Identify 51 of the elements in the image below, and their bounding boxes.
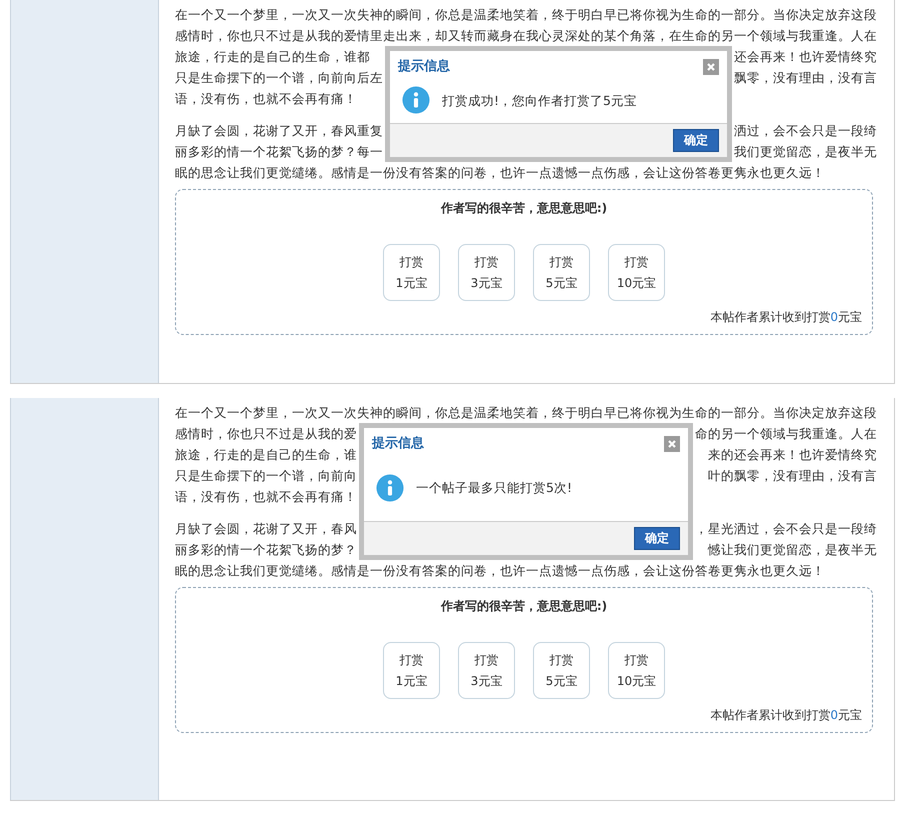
post-text: 憾让我们更觉留恋，是夜半无 [708,541,877,559]
tip-button[interactable]: 打赏 5元宝 [533,244,590,301]
close-icon[interactable] [703,58,719,74]
info-icon [402,86,430,114]
post-text: 只是生命摆下的一个谱，向前向 [175,467,357,485]
post-text: 月缺了会圆，花谢了又开，春风 [175,520,357,538]
dialog-message: 一个帖子最多只能打赏5次! [416,479,572,497]
tip-button[interactable]: 打赏 3元宝 [458,244,515,301]
post-text: 我们更觉留恋，是夜半无 [734,143,877,161]
post-text: 在一个又一个梦里，一次又一次失神的瞬间，你总是温柔地笑着，终于明白早已将你视为生命的一部分。当你决定放弃这段 [175,405,877,420]
post-text: 来的还会再来！也许爱情终究 [708,446,877,464]
tip-button[interactable]: 打赏 10元宝 [608,244,665,301]
confirm-button[interactable]: 确定 [634,527,680,550]
post-text: 还会再来！也许爱情终究 [734,48,877,66]
post-text: 在一个又一个梦里，一次又一次失神的瞬间，你总是温柔地笑着，终于明白早已将你视为生命的一部分。当你决定放弃这段 [175,7,877,22]
reward-total-unit: 元宝 [838,708,862,722]
reward-total-amount: 0 [830,708,838,722]
post-text: 旅途，行走的是自己的生命，谁 [175,446,357,464]
tip-button[interactable]: 打赏 10元宝 [608,642,665,699]
post-text: 丽多彩的情一个花絮飞扬的梦？每一 [175,143,383,161]
post-text: 命的另一个领域与我重逢。人在 [695,425,877,443]
close-icon[interactable] [664,436,680,452]
reward-title: 作者写的很辛苦，意思意思吧:) [440,598,608,615]
reward-total-unit: 元宝 [838,310,862,324]
post-text: 丽多彩的情一个花絮飞扬的梦？ [175,541,357,559]
tip-button[interactable]: 打赏 1元宝 [383,642,440,699]
reward-total-amount: 0 [830,310,838,324]
post-text: 眠的思念让我们更觉缱绻。感情是一份没有答案的问卷，也许一点遗憾一点伤感，会让这份答卷更隽永也更久远！ [175,165,825,180]
post-text: 洒过，会不会只是一段绮 [734,122,877,140]
post-text: 感情时，你也只不过是从我的爱 [175,425,357,443]
reward-title: 作者写的很辛苦，意思意思吧:) [440,200,608,217]
dialog-title: 提示信息 [398,58,450,76]
post-text: 叶的飘零，没有理由，没有言 [708,467,877,485]
tip-button[interactable]: 打赏 3元宝 [458,642,515,699]
confirm-button[interactable]: 确定 [673,129,719,152]
post-text: 感情时，你也只不过是从我的爱情里走出来，却又转而藏身在我心灵深处的某个角落，在生命的另一个领域与我重逢。人在 [175,28,877,43]
post-text: 语，没有伤，也就不会再有痛！ [175,489,357,504]
post-text: 语，没有伤，也就不会再有痛！ [175,91,357,106]
tip-button[interactable]: 打赏 5元宝 [533,642,590,699]
post-text: 只是生命摆下的一个谱，向前向后左 [175,69,383,87]
post-text: 眠的思念让我们更觉缱绻。感情是一份没有答案的问卷，也许一点遗憾一点伤感，会让这份答卷更隽永也更久远！ [175,563,825,578]
dialog-message: 打赏成功!，您向作者打赏了5元宝 [442,92,637,110]
post-text: 月缺了会圆，花谢了又开，春风重复 [175,122,383,140]
post-text: 飘零，没有理由，没有言 [734,69,877,87]
info-icon [376,474,404,502]
post-text: ，星光洒过，会不会只是一段绮 [695,520,877,538]
post-text: 旅途，行走的是自己的生命，谁都 [175,48,370,66]
reward-total-label: 本帖作者累计收到打赏 [710,708,830,722]
reward-total-label: 本帖作者累计收到打赏 [710,310,830,324]
dialog-title: 提示信息 [372,435,424,453]
tip-button[interactable]: 打赏 1元宝 [383,244,440,301]
